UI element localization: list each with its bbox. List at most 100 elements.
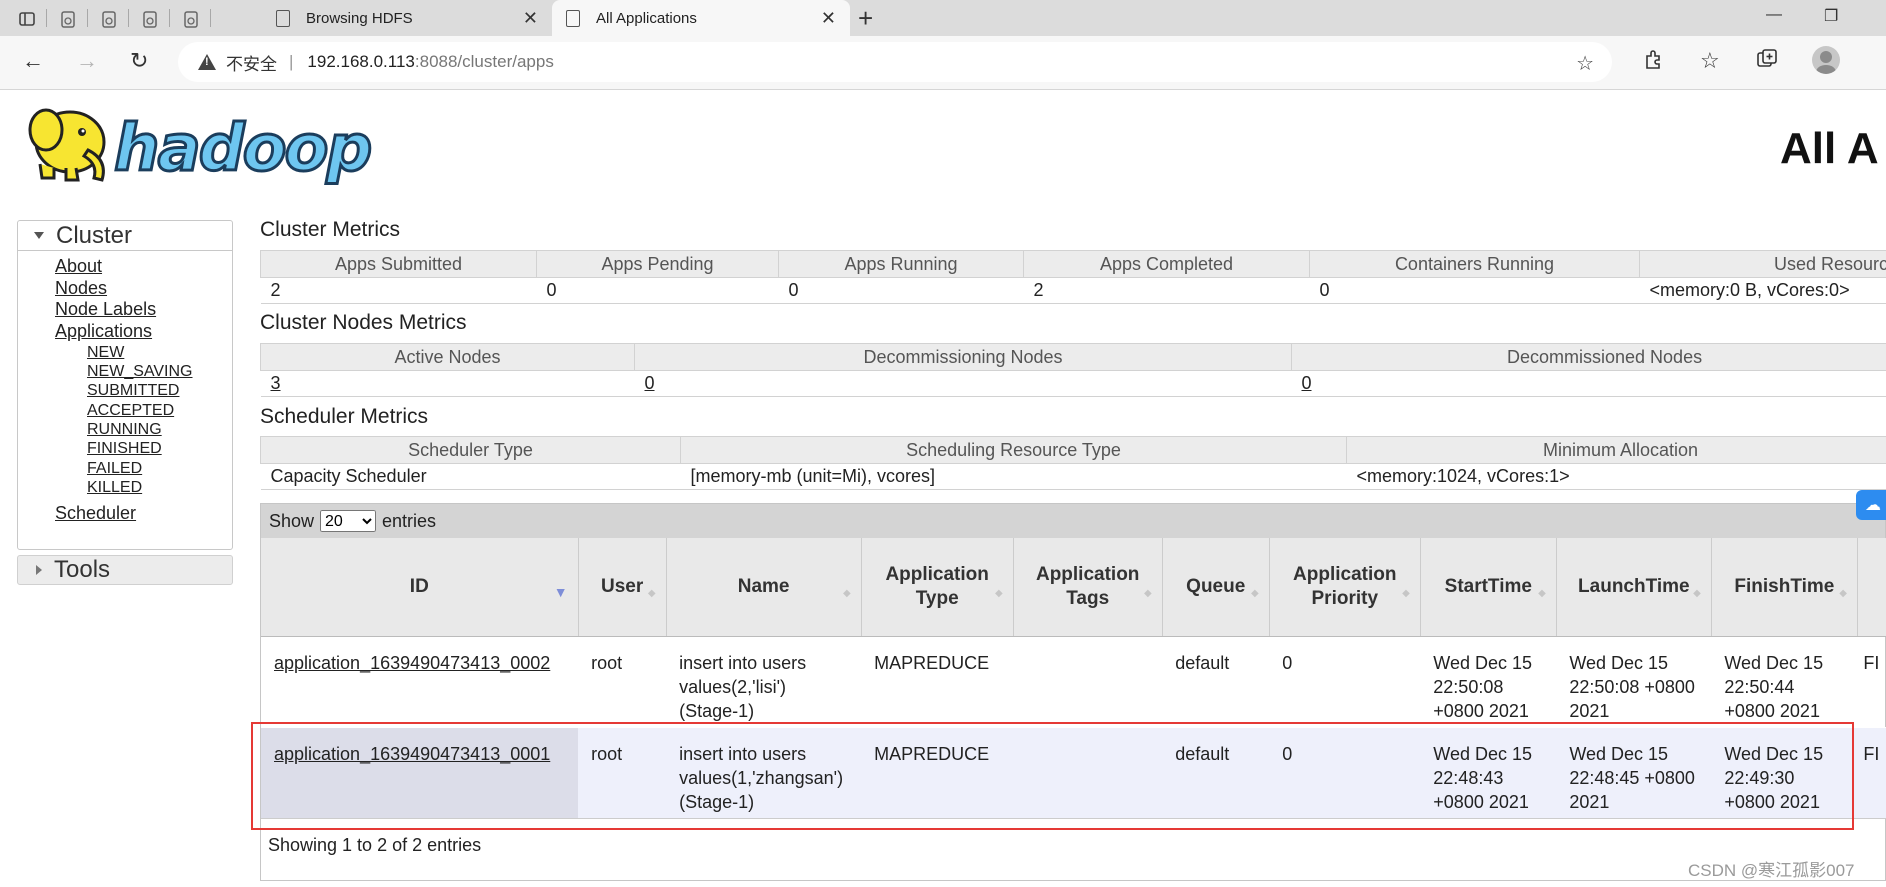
decommissioned-nodes-link[interactable]: 0 (1302, 373, 1312, 393)
sidebar-link-scheduler[interactable]: Scheduler (55, 503, 232, 525)
sidebar-link-nodes[interactable]: Nodes (55, 278, 232, 300)
expand-arrow-icon (36, 565, 42, 575)
watermark: CSDN @寒江孤影007 (1688, 861, 1855, 880)
sidebar-state-accepted[interactable]: ACCEPTED (87, 401, 232, 420)
new-tab-button[interactable]: + (858, 3, 873, 34)
page-icon (276, 9, 290, 27)
sidebar-state-running[interactable]: RUNNING (87, 420, 232, 439)
scheduler-metrics-table: Scheduler Type Scheduling Resource Type … (260, 436, 1886, 490)
column-header-launch-time[interactable]: LaunchTime ◆ (1556, 538, 1712, 637)
column-header-queue[interactable]: Queue ◆ (1162, 538, 1270, 637)
sidebar-state-failed[interactable]: FAILED (87, 459, 232, 478)
scheduler-metrics-title: Scheduler Metrics (260, 405, 429, 428)
metrics-value: 0 (634, 370, 1292, 397)
close-icon[interactable]: ✕ (821, 8, 836, 29)
column-header-priority[interactable]: Application Priority ◆ (1269, 538, 1421, 637)
metrics-value: Capacity Scheduler (260, 463, 681, 490)
tab-browsing-hdfs[interactable]: Browsing HDFS ✕ (262, 0, 552, 36)
type-cell: MAPREDUCE (861, 636, 1014, 728)
page-size-select[interactable]: 20 (320, 510, 377, 532)
sidebar-tools-header[interactable]: Tools (17, 555, 233, 585)
tab-actions-icon[interactable] (14, 6, 40, 32)
name-cell: insert into users values(2,'lisi') (Stag… (666, 636, 862, 728)
column-header-user[interactable]: User ◆ (578, 538, 667, 637)
forward-icon[interactable]: → (76, 48, 98, 74)
queue-cell: default (1162, 636, 1270, 728)
sidebar-cluster-header[interactable]: Cluster (18, 221, 232, 251)
hadoop-logo: hadoop (18, 98, 398, 190)
metrics-header: Minimum Allocation (1346, 436, 1886, 464)
pinned-tab-icon[interactable] (55, 6, 81, 32)
app-id-cell: application_1639490473413_0002 (261, 636, 579, 728)
sidebar-state-killed[interactable]: KILLED (87, 478, 232, 497)
column-header-tags[interactable]: Application Tags ◆ (1013, 538, 1163, 637)
pinned-tab-icon[interactable] (137, 6, 163, 32)
security-label: 不安全 (226, 54, 277, 74)
logo-wordmark: hadoop (114, 112, 371, 186)
column-label: Queue (1186, 575, 1246, 597)
column-header-finish-time[interactable]: FinishTime ◆ (1711, 538, 1858, 637)
cloud-sync-icon[interactable]: ☁ (1856, 490, 1886, 520)
tab-title: All Applications (596, 9, 697, 27)
metrics-value: <memory:1024, vCores:1> (1346, 463, 1886, 490)
url-host: 192.168.0.113 (307, 52, 415, 71)
sidebar-state-finished[interactable]: FINISHED (87, 439, 232, 458)
sort-icon: ◆ (1538, 588, 1546, 599)
column-label: User (600, 575, 644, 597)
pinned-tab-icon[interactable] (178, 6, 204, 32)
sort-icon: ◆ (1839, 588, 1847, 599)
close-icon[interactable]: ✕ (523, 8, 538, 29)
favorites-icon[interactable]: ☆ (1700, 48, 1720, 74)
metrics-header: Apps Pending (536, 250, 779, 278)
sidebar-state-new[interactable]: NEW (87, 343, 232, 362)
metrics-value: 2 (1023, 277, 1310, 304)
state-cell: FI (1857, 636, 1886, 728)
entries-label: entries (382, 510, 437, 531)
sidebar-links: About Nodes Node Labels Applications NEW… (18, 251, 232, 525)
minimize-icon[interactable]: — (1766, 6, 1782, 24)
collections-icon[interactable] (1756, 48, 1778, 76)
app-id-link[interactable]: application_1639490473413_0002 (274, 653, 550, 673)
sidebar-link-applications[interactable]: Applications (55, 321, 232, 343)
sort-icon: ◆ (1402, 588, 1410, 599)
restore-icon[interactable]: ❐ (1824, 6, 1838, 26)
metrics-header-row: Active Nodes Decommissioning Nodes Decom… (260, 343, 1886, 371)
sidebar-tools-title: Tools (54, 556, 111, 583)
sort-icon: ◆ (1693, 588, 1701, 599)
column-header-name[interactable]: Name ◆ (666, 538, 862, 637)
cluster-metrics-title: Cluster Metrics (260, 218, 401, 241)
user-cell: root (578, 636, 667, 728)
sidebar-link-node-labels[interactable]: Node Labels (55, 299, 232, 321)
sort-icon: ◆ (1251, 588, 1259, 599)
sort-icon: ◆ (994, 588, 1003, 599)
sidebar-link-about[interactable]: About (55, 256, 232, 278)
sidebar-state-submitted[interactable]: SUBMITTED (87, 381, 232, 400)
sidebar-state-new-saving[interactable]: NEW_SAVING (87, 362, 232, 381)
url-input[interactable]: 不安全 | 192.168.0.113:8088/cluster/apps ☆ (178, 42, 1612, 82)
column-header-type[interactable]: Application Type ◆ (861, 538, 1014, 637)
sort-desc-icon: ▼ (553, 584, 568, 600)
column-header-id[interactable]: ID ▼ (261, 538, 579, 637)
profile-avatar[interactable] (1812, 46, 1840, 74)
column-header-state[interactable] (1857, 538, 1886, 637)
metrics-header: Scheduler Type (260, 436, 681, 464)
extensions-icon[interactable] (1643, 48, 1665, 76)
priority-cell: 0 (1269, 636, 1421, 728)
tags-cell (1013, 636, 1163, 728)
tab-divider (87, 9, 88, 27)
reload-icon[interactable]: ↻ (130, 48, 148, 74)
decommissioning-nodes-link[interactable]: 0 (645, 373, 655, 393)
add-favorite-icon[interactable]: ☆ (1576, 51, 1594, 76)
metrics-header-row: Apps Submitted Apps Pending Apps Running… (260, 250, 1886, 278)
metrics-header: Apps Completed (1023, 250, 1310, 278)
metrics-header: Active Nodes (260, 343, 635, 371)
metrics-value: [memory-mb (unit=Mi), vcores] (680, 463, 1347, 490)
column-header-start-time[interactable]: StartTime ◆ (1420, 538, 1557, 637)
metrics-header: Apps Submitted (260, 250, 537, 278)
pinned-tab-icon[interactable] (96, 6, 122, 32)
tab-all-applications[interactable]: All Applications ✕ (552, 0, 850, 36)
back-icon[interactable]: ← (22, 48, 44, 74)
active-nodes-link[interactable]: 3 (271, 373, 281, 393)
column-label: ID (409, 575, 429, 597)
url-divider: | (289, 52, 294, 71)
